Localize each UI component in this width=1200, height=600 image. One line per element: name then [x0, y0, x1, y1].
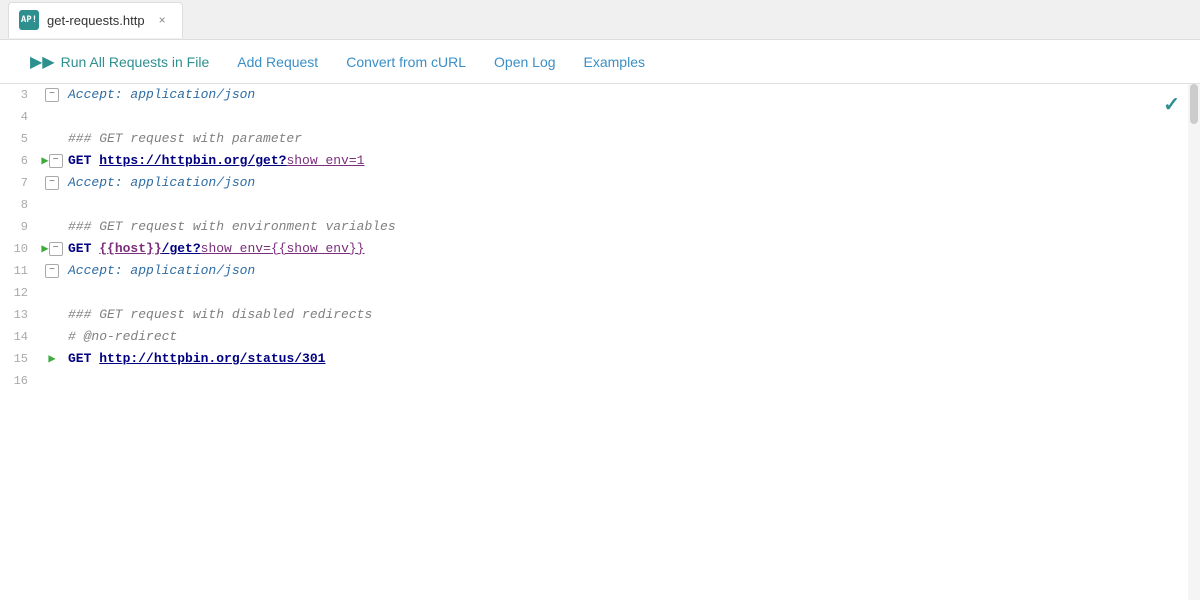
code-token: GET: [68, 153, 99, 168]
line-gutter: −: [40, 264, 64, 278]
toolbar: ▶▶ Run All Requests in File Add Request …: [0, 40, 1200, 84]
fold-icon[interactable]: −: [45, 264, 59, 278]
line-content: # @no-redirect: [64, 326, 1200, 348]
editor-container: 3−Accept: application/json45### GET requ…: [0, 84, 1200, 600]
code-line: 5 ### GET request with parameter: [0, 128, 1200, 150]
line-number: 14: [0, 326, 40, 348]
add-request-button[interactable]: Add Request: [223, 46, 332, 78]
code-line: 8: [0, 194, 1200, 216]
line-content: GET {{host}}/get?show_env={{show_env}}: [64, 238, 1200, 260]
code-line: 3−Accept: application/json: [0, 84, 1200, 106]
open-log-label: Open Log: [494, 54, 556, 70]
line-number: 6: [0, 150, 40, 172]
line-content: ### GET request with disabled redirects: [64, 304, 1200, 326]
code-line: 7−Accept: application/json: [0, 172, 1200, 194]
code-line: 10▶−GET {{host}}/get?show_env={{show_env…: [0, 238, 1200, 260]
line-gutter: −: [40, 176, 64, 190]
code-line: 14 # @no-redirect: [0, 326, 1200, 348]
fold-icon[interactable]: −: [49, 242, 63, 256]
run-all-label: Run All Requests in File: [61, 54, 210, 70]
line-content: ### GET request with parameter: [64, 128, 1200, 150]
tab-filename: get-requests.http: [47, 13, 145, 28]
line-number: 13: [0, 304, 40, 326]
code-token: /get?: [162, 241, 201, 256]
fold-icon[interactable]: −: [49, 154, 63, 168]
code-token: ### GET request with parameter: [68, 131, 302, 146]
line-number: 11: [0, 260, 40, 282]
tab-close-button[interactable]: ×: [157, 13, 168, 27]
run-all-button[interactable]: ▶▶ Run All Requests in File: [16, 44, 223, 80]
tab-get-requests[interactable]: AP! get-requests.http ×: [8, 2, 183, 38]
line-content: Accept: application/json: [64, 260, 1200, 282]
line-number: 9: [0, 216, 40, 238]
line-gutter: ▶−: [40, 150, 64, 172]
run-request-button[interactable]: ▶: [41, 238, 48, 260]
line-number: 15: [0, 348, 40, 370]
code-token: show_env=1: [286, 153, 364, 168]
scrollbar-thumb[interactable]: [1190, 84, 1198, 124]
line-number: 8: [0, 194, 40, 216]
code-token: GET: [68, 241, 99, 256]
scrollbar-track[interactable]: [1188, 84, 1200, 600]
code-token: Accept: application/json: [68, 175, 255, 190]
code-token: # @no-redirect: [68, 329, 177, 344]
line-gutter: ▶−: [40, 238, 64, 260]
examples-button[interactable]: Examples: [570, 46, 659, 78]
code-line: 6▶−GET https://httpbin.org/get?show_env=…: [0, 150, 1200, 172]
run-request-button[interactable]: ▶: [41, 150, 48, 172]
code-token: {{host}}: [99, 241, 161, 256]
code-token: ### GET request with environment variabl…: [68, 219, 396, 234]
tab-bar: AP! get-requests.http ×: [0, 0, 1200, 40]
code-token: GET: [68, 351, 99, 366]
line-number: 7: [0, 172, 40, 194]
line-number: 16: [0, 370, 40, 392]
line-gutter: −: [40, 88, 64, 102]
line-number: 10: [0, 238, 40, 260]
code-token: Accept: application/json: [68, 87, 255, 102]
run-all-icon: ▶▶: [30, 52, 55, 72]
code-token: show_env={{show_env}}: [201, 241, 365, 256]
run-request-button[interactable]: ▶: [48, 348, 55, 370]
code-line: 4: [0, 106, 1200, 128]
code-token: Accept: application/json: [68, 263, 255, 278]
code-line: 15 ▶ GET http://httpbin.org/status/301: [0, 348, 1200, 370]
checkmark-icon: ✓: [1163, 92, 1180, 117]
line-number: 4: [0, 106, 40, 128]
add-request-label: Add Request: [237, 54, 318, 70]
convert-curl-label: Convert from cURL: [346, 54, 466, 70]
line-number: 5: [0, 128, 40, 150]
code-line: 16: [0, 370, 1200, 392]
examples-label: Examples: [584, 54, 645, 70]
code-token: ### GET request with disabled redirects: [68, 307, 372, 322]
code-editor[interactable]: 3−Accept: application/json45### GET requ…: [0, 84, 1200, 600]
fold-icon[interactable]: −: [45, 88, 59, 102]
file-icon: AP!: [19, 10, 39, 30]
open-log-button[interactable]: Open Log: [480, 46, 570, 78]
line-content: Accept: application/json: [64, 172, 1200, 194]
fold-icon[interactable]: −: [45, 176, 59, 190]
line-number: 3: [0, 84, 40, 106]
line-content: GET https://httpbin.org/get?show_env=1: [64, 150, 1200, 172]
line-number: 12: [0, 282, 40, 304]
code-line: 13 ### GET request with disabled redirect…: [0, 304, 1200, 326]
line-gutter: ▶: [40, 348, 64, 370]
line-content: GET http://httpbin.org/status/301: [64, 348, 1200, 370]
code-line: 12: [0, 282, 1200, 304]
code-line: 11−Accept: application/json: [0, 260, 1200, 282]
code-line: 9 ### GET request with environment variab…: [0, 216, 1200, 238]
code-token: https://httpbin.org/get?: [99, 153, 286, 168]
line-content: ### GET request with environment variabl…: [64, 216, 1200, 238]
convert-curl-button[interactable]: Convert from cURL: [332, 46, 480, 78]
line-content: Accept: application/json: [64, 84, 1200, 106]
code-token: http://httpbin.org/status/301: [99, 351, 325, 366]
